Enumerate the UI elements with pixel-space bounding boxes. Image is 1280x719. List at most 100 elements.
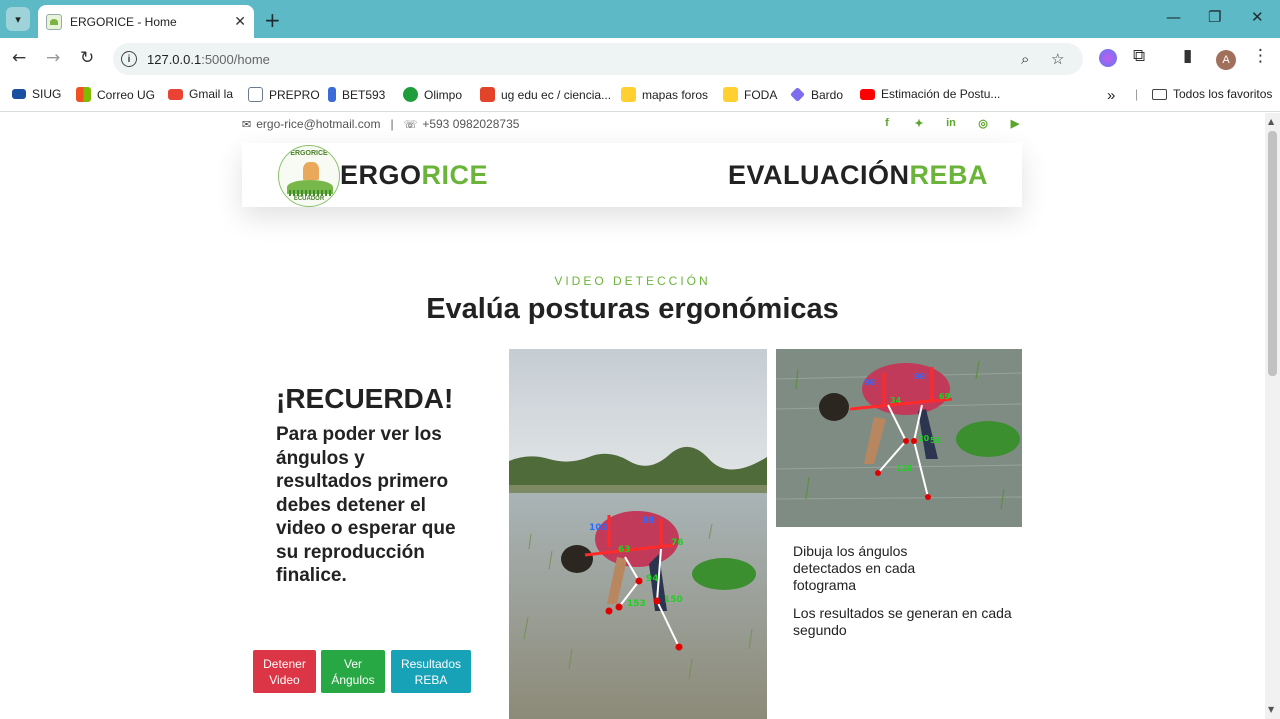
profile-avatar[interactable]: A [1216, 50, 1236, 70]
ergorice-logo[interactable]: ERGORICE ECUADOR [278, 145, 340, 207]
new-tab-button[interactable]: + [264, 8, 281, 32]
header-navbar: ERGORICE ECUADOR ERGORICE EVALUACIÓNREBA [242, 143, 1022, 207]
tab-search-button[interactable]: ▾ [6, 7, 30, 31]
miro-icon [723, 87, 738, 102]
windows-icon [76, 87, 91, 102]
facebook-icon[interactable]: f [880, 117, 894, 130]
minimize-icon[interactable]: — [1166, 8, 1181, 26]
angle-label: 150 [664, 595, 683, 605]
address-bar[interactable]: i 127.0.0.1:5000/home ⌕ ☆ [113, 43, 1083, 75]
bookmark-correo-ug[interactable]: Correo UG [76, 87, 155, 102]
bookmark-star-icon[interactable]: ☆ [1051, 50, 1064, 68]
forward-arrow-icon[interactable]: → [46, 48, 60, 68]
site-info-icon[interactable]: i [121, 51, 137, 67]
angle-label: 98 [914, 372, 926, 381]
pose-detection-video[interactable]: 103 88 63 76 94 153 150 [509, 349, 767, 719]
twitter-icon[interactable]: ✦ [912, 117, 926, 130]
bookmark-gitlab[interactable]: ug edu ec / ciencia... [480, 87, 611, 102]
evaluacion-reba-title[interactable]: EVALUACIÓNREBA [728, 160, 988, 191]
bookmark-bardo[interactable]: Bardo [790, 87, 843, 102]
bet-icon [328, 87, 336, 102]
video-frame-illustration: 103 88 63 76 94 153 150 [509, 349, 767, 719]
angle-label: 153 [627, 599, 646, 609]
page-scrollbar[interactable]: ▲ ▼ [1265, 113, 1280, 719]
bookmark-label: ug edu ec / ciencia... [501, 87, 612, 102]
browser-toolbar: ← → ↻ i 127.0.0.1:5000/home ⌕ ☆ ⧉ ▮ ⋮ [0, 38, 1280, 80]
bookmark-label: Bardo [811, 87, 844, 102]
envelope-icon: ✉ [242, 117, 252, 131]
brand-part-1: ERGO [340, 160, 422, 190]
gmail-icon [168, 88, 183, 100]
bookmark-label: Todos los favoritos [1173, 87, 1273, 101]
logo-figure [303, 162, 319, 180]
bookmark-prepro[interactable]: PREPRO [248, 87, 320, 102]
instagram-icon[interactable]: ◎ [976, 117, 990, 130]
scroll-up-icon[interactable]: ▲ [1268, 117, 1274, 126]
reminder-text: Para poder ver los ángulos y resultados … [276, 424, 456, 586]
reba-results-button[interactable]: Resultados REBA [391, 650, 471, 693]
section-kicker: VIDEO DETECCIÓN [554, 274, 711, 288]
bookmark-bet593[interactable]: BET593 [328, 87, 385, 102]
view-angles-button[interactable]: Ver Ángulos [321, 650, 385, 693]
restore-icon[interactable]: ❐ [1208, 8, 1221, 26]
angle-label: 128 [896, 464, 913, 473]
bookmark-youtube[interactable]: Estimación de Postu... [860, 87, 1000, 101]
angle-label: 63 [618, 545, 631, 555]
page-viewport: ✉ ergo-rice@hotmail.com | ☏ +593 0982028… [0, 113, 1265, 719]
extension-brain-icon[interactable] [1099, 49, 1117, 67]
scroll-down-icon[interactable]: ▼ [1268, 705, 1274, 714]
stop-video-button[interactable]: Detener Video [253, 650, 316, 693]
olimpo-icon [403, 87, 418, 102]
linkedin-icon[interactable]: in [944, 117, 958, 130]
contact-topbar: ✉ ergo-rice@hotmail.com | ☏ +593 0982028… [242, 116, 1022, 134]
all-bookmarks-folder[interactable]: Todos los favoritos [1152, 87, 1272, 101]
extensions-puzzle-icon[interactable]: ⧉ [1133, 46, 1145, 66]
browser-tab-active[interactable]: ERGORICE - Home ✕ [38, 5, 254, 38]
tab-title: ERGORICE - Home [70, 14, 177, 29]
bookmark-label: BET593 [342, 87, 386, 102]
logo-text-top: ERGORICE [290, 150, 328, 157]
youtube-icon [860, 88, 875, 100]
brand-part-2: RICE [421, 160, 489, 190]
bookmarks-bar: SIUG Correo UG Gmail la PREPRO BET593 Ol… [0, 80, 1280, 112]
angle-label: 98 [864, 378, 876, 387]
browser-tab-bar: ▾ ERGORICE - Home ✕ + — ❐ ✕ [0, 0, 1280, 38]
bookmark-olimpo[interactable]: Olimpo [403, 87, 462, 102]
folder-icon [1152, 88, 1167, 100]
bookmark-mapas-foros[interactable]: mapas foros [621, 87, 708, 102]
scrollbar-thumb[interactable] [1268, 131, 1277, 376]
bookmarks-divider: | [1135, 87, 1139, 101]
chrome-menu-icon[interactable]: ⋮ [1252, 46, 1269, 66]
bookmark-label: Correo UG [97, 87, 156, 102]
gitlab-icon [480, 87, 495, 102]
angle-label: 69 [939, 392, 951, 401]
bookmark-gmail[interactable]: Gmail la [168, 87, 233, 101]
youtube-icon[interactable]: ▶ [1008, 117, 1022, 130]
angle-label: 88 [642, 516, 655, 526]
bookmark-label: Gmail la [189, 87, 234, 101]
angle-label: 51 [930, 436, 942, 445]
close-window-icon[interactable]: ✕ [1251, 8, 1264, 26]
back-arrow-icon[interactable]: ← [12, 48, 26, 68]
logo-text-bottom: ECUADOR [293, 196, 325, 202]
more-bookmarks-button[interactable]: » [1107, 87, 1115, 104]
eval-part-2: REBA [909, 160, 988, 190]
reminder-title: ¡RECUERDA! [276, 383, 454, 414]
bard-icon [790, 87, 805, 102]
angle-label: 20 [918, 434, 930, 443]
bookmark-siug[interactable]: SIUG [12, 87, 61, 101]
brand-name[interactable]: ERGORICE [340, 160, 488, 191]
phone-icon: ☏ [403, 117, 418, 131]
side-panel-icon[interactable]: ▮ [1183, 46, 1192, 66]
contact-email[interactable]: ergo-rice@hotmail.com [256, 117, 380, 131]
document-icon [248, 87, 263, 102]
bookmark-foda[interactable]: FODA [723, 87, 777, 102]
zoom-icon[interactable]: ⌕ [1021, 50, 1029, 68]
bookmark-label: Olimpo [424, 87, 463, 102]
reload-icon[interactable]: ↻ [80, 48, 94, 68]
angles-preview-image: 98 98 34 69 20 51 128 [776, 349, 1022, 527]
contact-phone[interactable]: +593 0982028735 [422, 117, 519, 131]
close-tab-icon[interactable]: ✕ [234, 14, 246, 30]
angle-label: 34 [890, 396, 902, 405]
social-links: f ✦ in ◎ ▶ [880, 117, 1022, 130]
